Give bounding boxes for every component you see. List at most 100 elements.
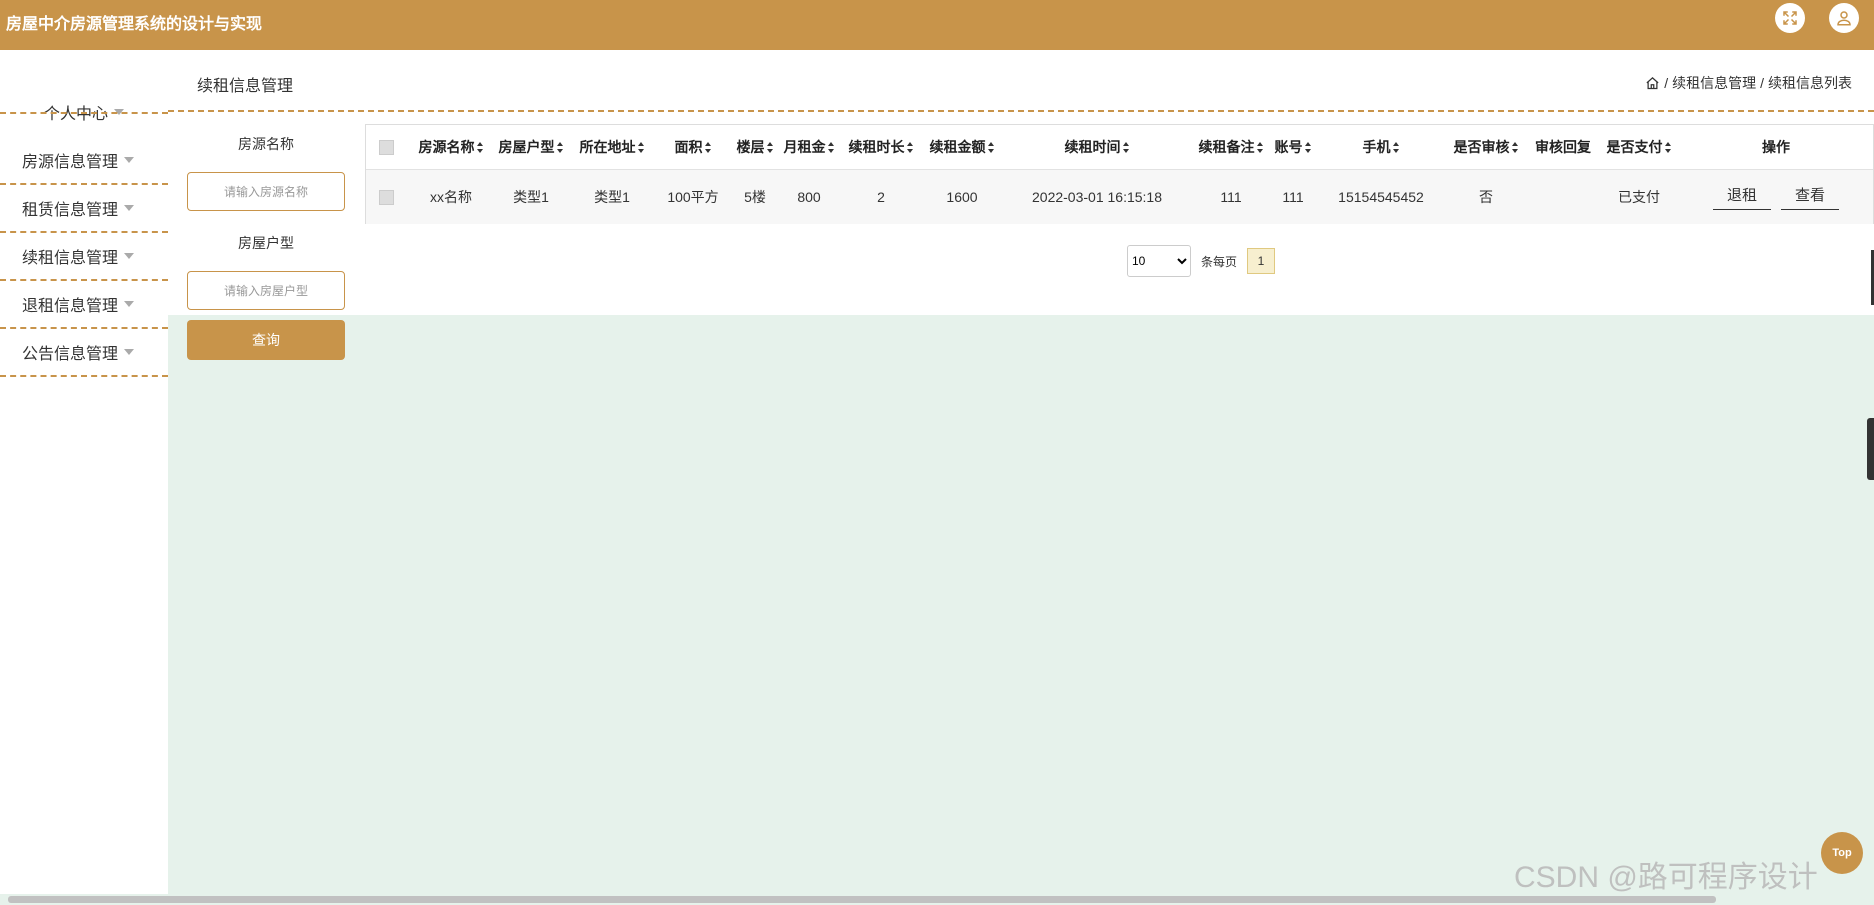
column-header-label[interactable]: 所在地址 [580, 137, 636, 157]
sidebar-item-label: 退租信息管理 [22, 298, 119, 315]
breadcrumb-separator: / [1664, 75, 1669, 91]
table-cell: 已支付 [1618, 189, 1660, 205]
sort-icon[interactable] [766, 141, 774, 153]
column-header: 是否支付 [1602, 125, 1676, 169]
sort-icon[interactable] [1392, 141, 1400, 153]
actions-cell: 退租 查看 [1701, 170, 1851, 224]
sidebar-item-label: 公告信息管理 [22, 346, 119, 363]
sort-icon[interactable] [1304, 141, 1312, 153]
table-cell [1528, 170, 1598, 224]
row-checkbox[interactable] [378, 189, 394, 205]
back-to-top-button[interactable]: Top [1821, 832, 1863, 874]
sidebar-item-label: 租赁信息管理 [22, 202, 119, 219]
sort-icon[interactable] [476, 141, 484, 153]
sidebar-item-house-info[interactable]: 房源信息管理 [0, 137, 168, 185]
search-panel: 房源名称 房屋户型 查询 [168, 114, 363, 364]
sidebar: 个人中心 房源信息管理 租赁信息管理 续租信息管理 退租信息管理 公告信息管理 [0, 50, 168, 905]
query-button[interactable]: 查询 [187, 320, 345, 360]
table-header: 房源名称 房屋户型 所在地址 面积 楼层 月租金 续租时长 续租金额 续租时间 续租备注 账号 手机 是… [366, 125, 1873, 170]
sort-icon[interactable] [637, 141, 645, 153]
column-header: 楼层 [733, 125, 777, 169]
fullscreen-button[interactable] [1775, 3, 1805, 33]
house-type-input[interactable] [187, 271, 345, 310]
sort-icon[interactable] [906, 141, 914, 153]
column-header: 审核回复 [1528, 125, 1598, 169]
sidebar-item-label: 房源信息管理 [22, 154, 119, 171]
sidebar-item-renewal-info[interactable]: 续租信息管理 [0, 233, 168, 281]
per-page-label: 条每页 [1201, 254, 1238, 269]
sort-icon[interactable] [704, 141, 712, 153]
column-header-label: 审核回复 [1535, 139, 1591, 155]
column-header-label[interactable]: 续租时间 [1065, 137, 1121, 157]
chevron-down-icon [124, 205, 135, 211]
house-name-input[interactable] [187, 172, 345, 211]
column-header-label[interactable]: 续租备注 [1199, 137, 1255, 157]
chevron-down-icon [124, 301, 135, 307]
select-all-checkbox-cell [376, 125, 396, 169]
sort-icon[interactable] [1256, 141, 1264, 153]
table-cell: 111 [1220, 189, 1242, 205]
select-all-checkbox[interactable] [378, 139, 394, 155]
view-button[interactable]: 查看 [1781, 184, 1840, 210]
sort-icon[interactable] [1511, 141, 1519, 153]
column-header-label[interactable]: 房源名称 [419, 137, 475, 157]
column-header-label[interactable]: 楼层 [737, 137, 765, 157]
checkout-button[interactable]: 退租 [1712, 184, 1771, 210]
table-cell: 类型1 [594, 189, 630, 205]
chevron-down-icon [124, 349, 135, 355]
column-header-label[interactable]: 房屋户型 [499, 137, 555, 157]
pagination: 10 条每页 1 [1127, 245, 1276, 277]
chevron-down-icon [124, 157, 135, 163]
breadcrumb-item[interactable]: 续租信息管理 [1672, 73, 1756, 93]
column-header-label[interactable]: 续租时长 [849, 137, 905, 157]
column-header-label[interactable]: 账号 [1275, 137, 1303, 157]
table-cell: 类型1 [513, 189, 549, 205]
column-header-label[interactable]: 月租金 [784, 137, 826, 157]
column-header: 月租金 [781, 125, 837, 169]
breadcrumb-separator: / [1760, 75, 1764, 91]
horizontal-scrollbar[interactable] [0, 894, 1874, 905]
sort-icon[interactable] [1122, 141, 1130, 153]
house-type-label: 房屋户型 [238, 235, 294, 251]
page-number-1[interactable]: 1 [1247, 248, 1276, 274]
column-header: 所在地址 [575, 125, 649, 169]
column-header: 续租金额 [925, 125, 999, 169]
fullscreen-icon [1783, 11, 1797, 25]
sort-icon[interactable] [987, 141, 995, 153]
side-scroll-handle[interactable] [1867, 418, 1874, 480]
breadcrumb-item: 续租信息列表 [1768, 75, 1852, 91]
sort-icon[interactable] [827, 141, 835, 153]
column-header-label[interactable]: 手机 [1363, 137, 1391, 157]
sidebar-divider [0, 112, 168, 114]
column-header-label[interactable]: 续租金额 [930, 137, 986, 157]
table-cell: 15154545452 [1338, 189, 1424, 205]
breadcrumb: / 续租信息管理 / 续租信息列表 [1645, 73, 1852, 93]
table-cell: 111 [1282, 189, 1304, 205]
sort-icon[interactable] [556, 141, 564, 153]
row-checkbox-cell [376, 170, 396, 224]
table-cell: 100平方 [667, 189, 719, 205]
column-header: 续租时长 [844, 125, 918, 169]
table-cell: 否 [1479, 189, 1493, 205]
column-header-label[interactable]: 是否支付 [1607, 137, 1663, 157]
table-cell: 2022-03-01 16:15:18 [1032, 189, 1162, 205]
user-profile-button[interactable] [1829, 3, 1859, 33]
column-header-label[interactable]: 是否审核 [1454, 137, 1510, 157]
column-header: 续租时间 [1007, 125, 1187, 169]
sort-icon[interactable] [1664, 141, 1672, 153]
sidebar-item-notice-info[interactable]: 公告信息管理 [0, 329, 168, 377]
sidebar-item-checkout-info[interactable]: 退租信息管理 [0, 281, 168, 329]
scrollbar-thumb[interactable] [8, 896, 1716, 903]
table-cell: 2 [877, 189, 885, 205]
chevron-down-icon [124, 253, 135, 259]
home-icon[interactable] [1645, 76, 1660, 91]
column-header: 账号 [1273, 125, 1313, 169]
page-size-select[interactable]: 10 [1127, 245, 1191, 277]
sidebar-item-lease-info[interactable]: 租赁信息管理 [0, 185, 168, 233]
column-header-label[interactable]: 面积 [675, 137, 703, 157]
column-header: 是否审核 [1451, 125, 1521, 169]
sidebar-item-label: 续租信息管理 [22, 250, 119, 267]
table-cell: 800 [797, 189, 821, 205]
page-title: 续租信息管理 [197, 78, 294, 95]
app-title: 房屋中介房源管理系统的设计与实现 [6, 16, 263, 33]
